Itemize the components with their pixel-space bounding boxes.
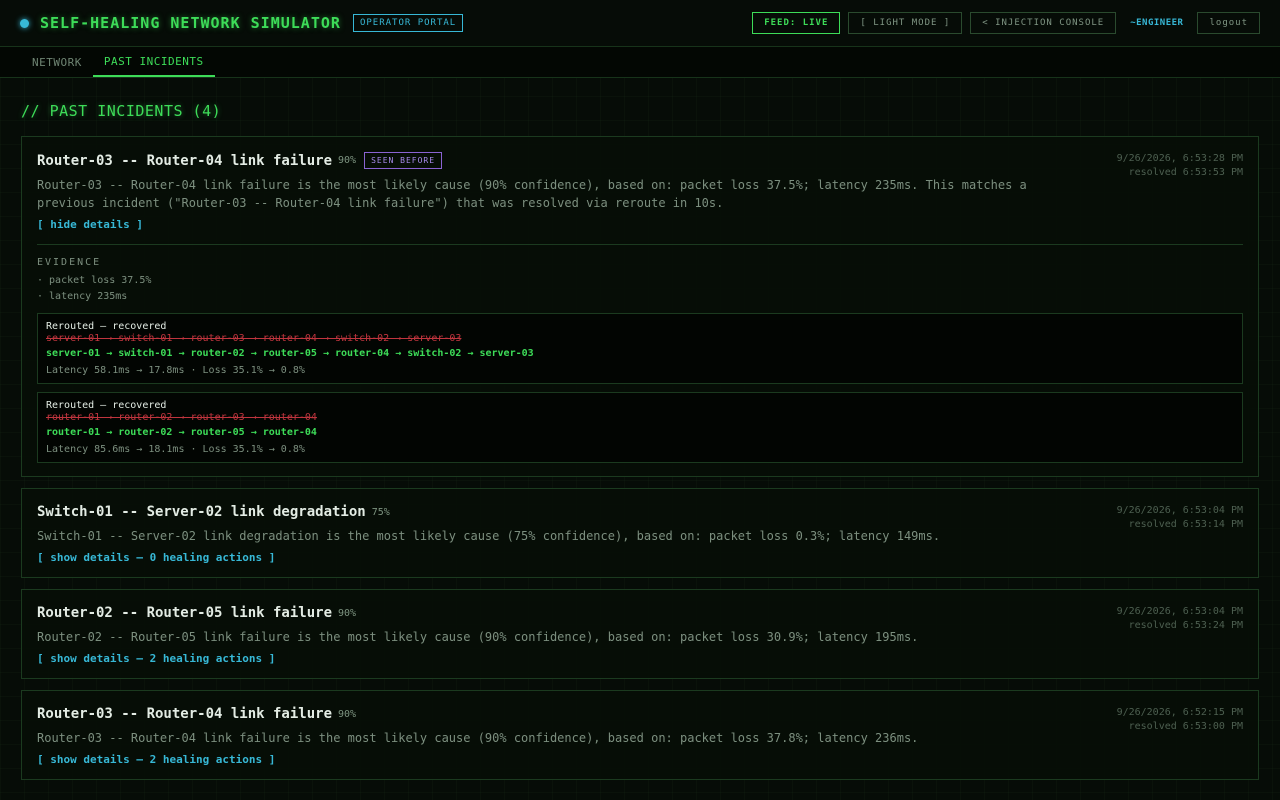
- incident-timestamps: 9/26/2026, 6:53:28 PM resolved 6:53:53 P…: [1117, 152, 1243, 180]
- action-metrics: Latency 58.1ms → 17.8ms · Loss 35.1% → 0…: [46, 365, 305, 376]
- incident-description: Router-03 -- Router-04 link failure is t…: [37, 731, 919, 745]
- incident-timestamps: 9/26/2026, 6:52:15 PM resolved 6:53:00 P…: [1117, 706, 1243, 734]
- incident-details: EVIDENCE · packet loss 37.5% · latency 2…: [37, 244, 1243, 463]
- confidence-label: 90%: [338, 607, 357, 619]
- app-title: SELF-HEALING NETWORK SIMULATOR: [40, 14, 341, 32]
- incident-timestamps: 9/26/2026, 6:53:04 PM resolved 6:53:24 P…: [1117, 605, 1243, 633]
- tab-bar: NETWORK PAST INCIDENTS: [0, 47, 1280, 78]
- action-status: Rerouted — recovered: [46, 400, 167, 411]
- action-status: Rerouted — recovered: [46, 321, 167, 332]
- new-path: router-01 → router-02 → router-05 → rout…: [46, 427, 317, 438]
- user-label: ~ENGINEER: [1130, 18, 1184, 28]
- incident-card: Router-03 -- Router-04 link failure 90% …: [21, 136, 1259, 477]
- injection-console-button[interactable]: < INJECTION CONSOLE: [970, 12, 1117, 34]
- incident-resolved-time: resolved 6:53:14 PM: [1128, 519, 1243, 530]
- healing-action: Rerouted — recovered server-01 → switch-…: [37, 313, 1243, 384]
- incident-description: Router-02 -- Router-05 link failure is t…: [37, 630, 919, 644]
- incident-resolved-time: resolved 6:53:24 PM: [1128, 620, 1243, 631]
- header-actions: FEED: LIVE [ LIGHT MODE ] < INJECTION CO…: [752, 12, 1260, 34]
- incident-title: Switch-01 -- Server-02 link degradation: [37, 504, 366, 520]
- incident-title: Router-03 -- Router-04 link failure: [37, 706, 333, 722]
- incident-title: Router-02 -- Router-05 link failure: [37, 605, 333, 621]
- incident-time: 9/26/2026, 6:53:04 PM: [1116, 505, 1243, 516]
- portal-badge: OPERATOR PORTAL: [352, 14, 464, 32]
- details-toggle-link[interactable]: [ show details — 2 healing actions ]: [37, 652, 1243, 665]
- tab-past-incidents[interactable]: PAST INCIDENTS: [92, 47, 215, 77]
- main-content: // PAST INCIDENTS (4) Router-03 -- Route…: [0, 102, 1280, 780]
- seen-before-badge: SEEN BEFORE: [364, 152, 443, 169]
- incident-card: Router-03 -- Router-04 link failure 90% …: [21, 690, 1259, 780]
- incident-card: Router-02 -- Router-05 link failure 90% …: [21, 589, 1259, 679]
- evidence-heading: EVIDENCE: [37, 257, 102, 268]
- incident-description: Router-03 -- Router-04 link failure is t…: [37, 178, 1027, 210]
- new-path: server-01 → switch-01 → router-02 → rout…: [46, 348, 534, 359]
- action-metrics: Latency 85.6ms → 18.1ms · Loss 35.1% → 0…: [46, 444, 305, 455]
- incident-timestamps: 9/26/2026, 6:53:04 PM resolved 6:53:14 P…: [1117, 504, 1243, 532]
- page-title: // PAST INCIDENTS (4): [21, 102, 222, 120]
- old-path: server-01 → switch-01 → router-03 → rout…: [46, 333, 462, 344]
- confidence-label: 90%: [338, 155, 357, 166]
- incident-title: Router-03 -- Router-04 link failure: [37, 152, 333, 169]
- evidence-item: · packet loss 37.5%: [37, 275, 152, 286]
- top-bar: SELF-HEALING NETWORK SIMULATOR OPERATOR …: [0, 0, 1280, 47]
- details-toggle-link[interactable]: [ hide details ]: [37, 218, 1243, 231]
- old-path: router-01 → router-02 → router-03 → rout…: [46, 412, 317, 423]
- incident-time: 9/26/2026, 6:53:04 PM: [1116, 606, 1243, 617]
- confidence-label: 90%: [338, 708, 357, 720]
- details-toggle-link[interactable]: [ show details — 0 healing actions ]: [37, 551, 1243, 564]
- incident-card: Switch-01 -- Server-02 link degradation …: [21, 488, 1259, 578]
- incident-resolved-time: resolved 6:53:53 PM: [1128, 167, 1243, 178]
- logout-button[interactable]: logout: [1197, 12, 1260, 34]
- incident-description: Switch-01 -- Server-02 link degradation …: [37, 529, 941, 543]
- confidence-label: 75%: [371, 506, 390, 518]
- incident-time: 9/26/2026, 6:53:28 PM: [1116, 153, 1243, 164]
- details-toggle-link[interactable]: [ show details — 2 healing actions ]: [37, 753, 1243, 766]
- tab-network[interactable]: NETWORK: [21, 47, 93, 77]
- healing-action: Rerouted — recovered router-01 → router-…: [37, 392, 1243, 463]
- evidence-item: · latency 235ms: [37, 291, 128, 302]
- incident-resolved-time: resolved 6:53:00 PM: [1128, 721, 1243, 732]
- incident-time: 9/26/2026, 6:52:15 PM: [1116, 707, 1243, 718]
- light-mode-button[interactable]: [ LIGHT MODE ]: [848, 12, 963, 34]
- feed-live-button[interactable]: FEED: LIVE: [752, 12, 841, 34]
- status-dot-icon: [20, 18, 29, 28]
